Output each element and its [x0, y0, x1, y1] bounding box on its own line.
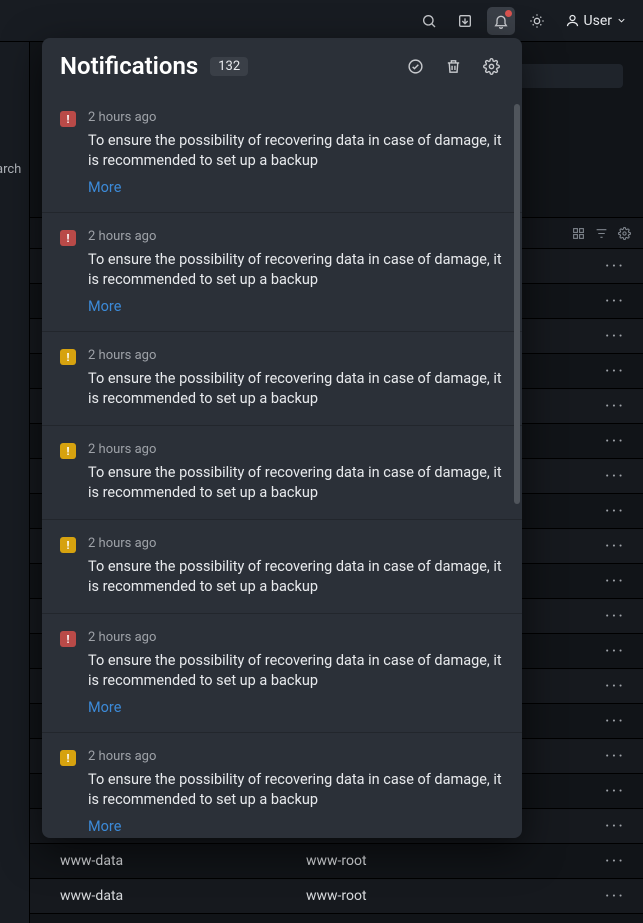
- cell-user: www-data: [60, 853, 306, 869]
- search-icon[interactable]: [415, 7, 443, 35]
- notification-text: To ensure the possibility of recovering …: [88, 651, 504, 691]
- row-actions-icon[interactable]: ···: [605, 536, 625, 557]
- alert-icon: !: [60, 631, 76, 647]
- notification-body: 2 hours ago To ensure the possibility of …: [88, 536, 504, 597]
- notification-item[interactable]: ! 2 hours ago To ensure the possibility of…: [42, 213, 522, 332]
- notifications-icon[interactable]: [487, 7, 515, 35]
- cell-user: www-data: [60, 888, 306, 904]
- row-actions-icon[interactable]: ···: [605, 431, 625, 452]
- notification-time: 2 hours ago: [88, 536, 504, 551]
- row-actions-icon[interactable]: ···: [605, 781, 625, 802]
- table-row[interactable]: www-datawww-root···: [30, 844, 643, 879]
- notification-item[interactable]: ! 2 hours ago To ensure the possibility of…: [42, 94, 522, 213]
- notification-more-link[interactable]: More: [88, 298, 504, 315]
- notification-time: 2 hours ago: [88, 229, 504, 244]
- notifications-title: Notifications: [60, 52, 198, 80]
- warning-icon: !: [60, 750, 76, 766]
- notification-item[interactable]: ! 2 hours ago To ensure the possibility of…: [42, 426, 522, 520]
- notification-body: 2 hours ago To ensure the possibility of …: [88, 442, 504, 503]
- alert-icon: !: [60, 111, 76, 127]
- row-actions-icon[interactable]: ···: [605, 256, 625, 277]
- sidebar: arch: [0, 42, 30, 923]
- notification-time: 2 hours ago: [88, 110, 504, 125]
- row-actions-icon[interactable]: ···: [605, 746, 625, 767]
- alert-icon: !: [60, 230, 76, 246]
- notification-text: To ensure the possibility of recovering …: [88, 369, 504, 409]
- filter-icon[interactable]: [595, 227, 608, 240]
- topbar: User: [0, 0, 643, 42]
- row-actions-icon[interactable]: ···: [605, 396, 625, 417]
- settings-icon[interactable]: [618, 227, 631, 240]
- notification-badge-dot: [505, 10, 512, 17]
- user-icon: [565, 13, 580, 28]
- table-row[interactable]: www-datawww-root···: [30, 879, 643, 914]
- row-actions-icon[interactable]: ···: [605, 291, 625, 312]
- notification-more-link[interactable]: More: [88, 179, 504, 196]
- row-actions-icon[interactable]: ···: [605, 851, 625, 872]
- notification-item[interactable]: ! 2 hours ago To ensure the possibility of…: [42, 614, 522, 733]
- notification-item[interactable]: ! 2 hours ago To ensure the possibility of…: [42, 520, 522, 614]
- notification-text: To ensure the possibility of recovering …: [88, 250, 504, 290]
- notification-item[interactable]: ! 2 hours ago To ensure the possibility of…: [42, 733, 522, 838]
- notifications-count: 132: [210, 57, 248, 76]
- row-actions-icon[interactable]: ···: [605, 361, 625, 382]
- cell-group: www-root: [306, 888, 605, 904]
- import-icon[interactable]: [451, 7, 479, 35]
- notification-more-link[interactable]: More: [88, 818, 504, 835]
- theme-toggle-icon[interactable]: [523, 7, 551, 35]
- row-actions-icon[interactable]: ···: [605, 711, 625, 732]
- notification-time: 2 hours ago: [88, 442, 504, 457]
- chevron-down-icon: [616, 15, 627, 26]
- row-actions-icon[interactable]: ···: [605, 326, 625, 347]
- user-label: User: [584, 13, 612, 29]
- notifications-panel: Notifications 132 ! 2 hours ago To ensure …: [42, 38, 522, 838]
- notification-text: To ensure the possibility of recovering …: [88, 131, 504, 171]
- row-actions-icon[interactable]: ···: [605, 816, 625, 837]
- notification-body: 2 hours ago To ensure the possibility of …: [88, 229, 504, 315]
- notification-text: To ensure the possibility of recovering …: [88, 770, 504, 810]
- row-actions-icon[interactable]: ···: [605, 641, 625, 662]
- notification-body: 2 hours ago To ensure the possibility of …: [88, 630, 504, 716]
- mark-all-read-icon[interactable]: [402, 53, 428, 79]
- delete-all-icon[interactable]: [440, 53, 466, 79]
- row-actions-icon[interactable]: ···: [605, 466, 625, 487]
- notification-body: 2 hours ago To ensure the possibility of …: [88, 110, 504, 196]
- warning-icon: !: [60, 537, 76, 553]
- notifications-settings-icon[interactable]: [478, 53, 504, 79]
- row-actions-icon[interactable]: ···: [605, 501, 625, 522]
- notification-body: 2 hours ago To ensure the possibility of …: [88, 348, 504, 409]
- notification-time: 2 hours ago: [88, 630, 504, 645]
- notification-text: To ensure the possibility of recovering …: [88, 463, 504, 503]
- grid-view-icon[interactable]: [572, 227, 585, 240]
- notifications-list[interactable]: ! 2 hours ago To ensure the possibility of…: [42, 94, 522, 838]
- row-actions-icon[interactable]: ···: [605, 606, 625, 627]
- sidebar-tab-label[interactable]: arch: [0, 162, 21, 177]
- cell-group: www-root: [306, 853, 605, 869]
- notification-body: 2 hours ago To ensure the possibility of …: [88, 749, 504, 835]
- notifications-header: Notifications 132: [42, 38, 522, 94]
- notification-time: 2 hours ago: [88, 749, 504, 764]
- notification-item[interactable]: ! 2 hours ago To ensure the possibility of…: [42, 332, 522, 426]
- scrollbar-thumb[interactable]: [514, 104, 520, 504]
- user-menu[interactable]: User: [559, 9, 633, 33]
- notification-text: To ensure the possibility of recovering …: [88, 557, 504, 597]
- warning-icon: !: [60, 443, 76, 459]
- notification-time: 2 hours ago: [88, 348, 504, 363]
- row-actions-icon[interactable]: ···: [605, 676, 625, 697]
- row-actions-icon[interactable]: ···: [605, 571, 625, 592]
- warning-icon: !: [60, 349, 76, 365]
- notification-more-link[interactable]: More: [88, 699, 504, 716]
- row-actions-icon[interactable]: ···: [605, 886, 625, 907]
